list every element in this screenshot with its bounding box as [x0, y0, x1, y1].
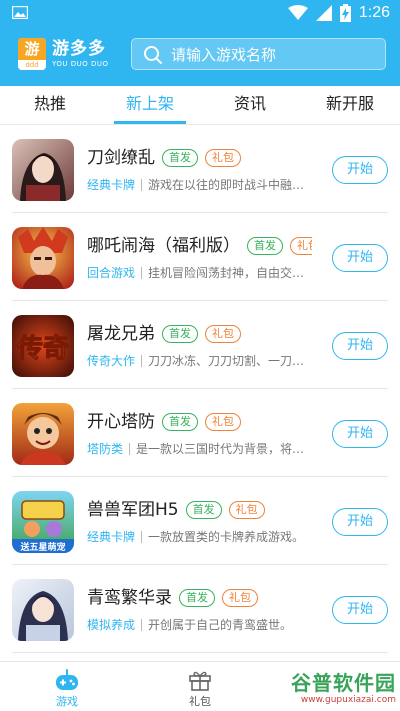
game-description: 挂机冒险闯荡封神，自由交… [148, 266, 305, 280]
nav-item-gifts[interactable]: 礼包 [160, 662, 240, 711]
app-logo: 游 ddd [18, 38, 46, 70]
game-title: 屠龙兄弟 [87, 324, 155, 344]
game-meta: 模拟养成 开创属于自己的青鸾盛世。 [87, 617, 317, 633]
first-release-badge: 首发 [162, 413, 198, 431]
gift-badge: 礼包 [205, 413, 241, 431]
game-description: 游戏在以往的即时战斗中融… [148, 178, 305, 192]
image-icon [12, 6, 28, 19]
battery-icon [339, 4, 351, 22]
game-title: 哪吒闹海（福利版） [87, 236, 240, 256]
game-category: 传奇大作 [87, 354, 136, 368]
divider [141, 179, 143, 191]
game-category: 塔防类 [87, 442, 124, 456]
divider [141, 355, 143, 367]
tab-new-releases[interactable]: 新上架 [100, 86, 200, 124]
game-list: 刀剑缭乱 首发 礼包 经典卡牌 游戏在以往的即时战斗中融… 开始 哪吒闹海（福利… [0, 125, 400, 653]
game-meta: 塔防类 是一款以三国时代为背景，将… [87, 441, 317, 457]
clock: 1:26 [358, 4, 390, 21]
tab-hot[interactable]: 热推 [0, 86, 100, 124]
search-input[interactable]: 请输入游戏名称 [131, 38, 386, 70]
gift-badge: 礼包 [290, 237, 312, 255]
legend-calligraphy: 传奇 [16, 334, 69, 364]
game-title-row: 刀剑缭乱 首发 礼包 [87, 147, 241, 169]
logo-glyph: 游 [18, 38, 46, 60]
list-item[interactable]: 青鸾繁华录 首发 礼包 模拟养成 开创属于自己的青鸾盛世。 开始 [12, 565, 388, 653]
game-title: 刀剑缭乱 [87, 148, 155, 168]
list-item[interactable]: 传奇 屠龙兄弟 首发 礼包 传奇大作 刀刀冰冻、刀刀切割、一刀… 开始 [12, 301, 388, 389]
category-tabs: 热推 新上架 资讯 新开服 [0, 86, 400, 124]
first-release-badge: 首发 [247, 237, 283, 255]
nav-item-games[interactable]: 游戏 [27, 662, 107, 711]
gift-badge: 礼包 [222, 589, 258, 607]
watermark: 谷普软件园 www.gupuxiazai.com [276, 672, 396, 710]
game-title-row: 屠龙兄弟 首发 礼包 [87, 323, 241, 345]
game-title: 青鸾繁华录 [87, 588, 172, 608]
game-icon [12, 227, 74, 289]
game-icon [12, 139, 74, 201]
game-icon: 传奇 [12, 315, 74, 377]
game-category: 回合游戏 [87, 266, 136, 280]
logo-sub: ddd [18, 60, 46, 70]
game-title: 开心塔防 [87, 412, 155, 432]
game-meta: 经典卡牌 游戏在以往的即时战斗中融… [87, 177, 317, 193]
game-meta: 传奇大作 刀刀冰冻、刀刀切割、一刀… [87, 353, 317, 369]
game-description: 刀刀冰冻、刀刀切割、一刀… [148, 354, 305, 368]
gamepad-icon [56, 669, 78, 690]
status-bar: 1:26 [0, 0, 400, 26]
search-icon [144, 46, 162, 64]
gift-badge: 礼包 [205, 149, 241, 167]
first-release-badge: 首发 [162, 149, 198, 167]
start-button[interactable]: 开始 [332, 156, 388, 184]
watermark-url: www.gupuxiazai.com [300, 695, 396, 705]
gift-badge: 礼包 [205, 325, 241, 343]
start-button[interactable]: 开始 [332, 596, 388, 624]
brand: 游多多 YOU DUO DUO [52, 39, 109, 69]
nav-label: 游戏 [56, 695, 78, 708]
start-button[interactable]: 开始 [332, 332, 388, 360]
start-button[interactable]: 开始 [332, 508, 388, 536]
nav-label: 礼包 [189, 695, 211, 708]
gift-box-icon [189, 671, 211, 691]
app-header: 游 ddd 游多多 YOU DUO DUO 请输入游戏名称 [0, 26, 400, 86]
game-icon: 送五星萌宠 [12, 491, 74, 553]
game-category: 模拟养成 [87, 618, 136, 632]
brand-subtitle: YOU DUO DUO [52, 60, 109, 68]
game-description: 一款放置类的卡牌养成游戏。 [148, 530, 305, 544]
gift-badge: 礼包 [228, 501, 265, 519]
game-meta: 经典卡牌 一款放置类的卡牌养成游戏。 [87, 529, 317, 545]
tab-new-servers[interactable]: 新开服 [300, 86, 400, 124]
wifi-icon [287, 5, 308, 20]
start-button[interactable]: 开始 [332, 420, 388, 448]
game-category: 经典卡牌 [87, 178, 136, 192]
list-item[interactable]: 刀剑缭乱 首发 礼包 经典卡牌 游戏在以往的即时战斗中融… 开始 [12, 125, 388, 213]
first-release-badge: 首发 [179, 589, 215, 607]
game-description: 是一款以三国时代为背景，将… [136, 442, 305, 456]
first-release-badge: 首发 [185, 501, 222, 519]
game-title-row: 开心塔防 首发 礼包 [87, 411, 241, 433]
game-icon [12, 579, 74, 641]
game-description: 开创属于自己的青鸾盛世。 [148, 618, 293, 632]
search-placeholder: 请输入游戏名称 [171, 46, 277, 64]
game-title-row: 青鸾繁华录 首发 礼包 [87, 587, 258, 609]
divider [141, 531, 143, 543]
first-release-badge: 首发 [162, 325, 198, 343]
game-title: 兽兽军团H5 [87, 500, 179, 520]
brand-name: 游多多 [52, 39, 106, 59]
list-item[interactable]: 送五星萌宠 兽兽军团H5 首发 礼包 经典卡牌 一款放置类的卡牌养成游戏。 开始 [12, 477, 388, 565]
list-item[interactable]: 开心塔防 首发 礼包 塔防类 是一款以三国时代为背景，将… 开始 [12, 389, 388, 477]
game-title-row: 哪吒闹海（福利版） 首发 礼包 [87, 235, 312, 257]
game-meta: 回合游戏 挂机冒险闯荡封神，自由交… [87, 265, 317, 281]
watermark-title: 谷普软件园 [291, 671, 396, 695]
game-category: 经典卡牌 [87, 530, 136, 544]
signal-icon [315, 5, 332, 21]
promo-caption: 送五星萌宠 [19, 541, 65, 553]
divider [129, 443, 131, 455]
divider [141, 619, 143, 631]
divider [141, 267, 143, 279]
start-button[interactable]: 开始 [332, 244, 388, 272]
game-icon [12, 403, 74, 465]
list-item[interactable]: 哪吒闹海（福利版） 首发 礼包 回合游戏 挂机冒险闯荡封神，自由交… 开始 [12, 213, 388, 301]
tab-news[interactable]: 资讯 [200, 86, 300, 124]
game-title-row: 兽兽军团H5 首发 礼包 [87, 499, 265, 521]
